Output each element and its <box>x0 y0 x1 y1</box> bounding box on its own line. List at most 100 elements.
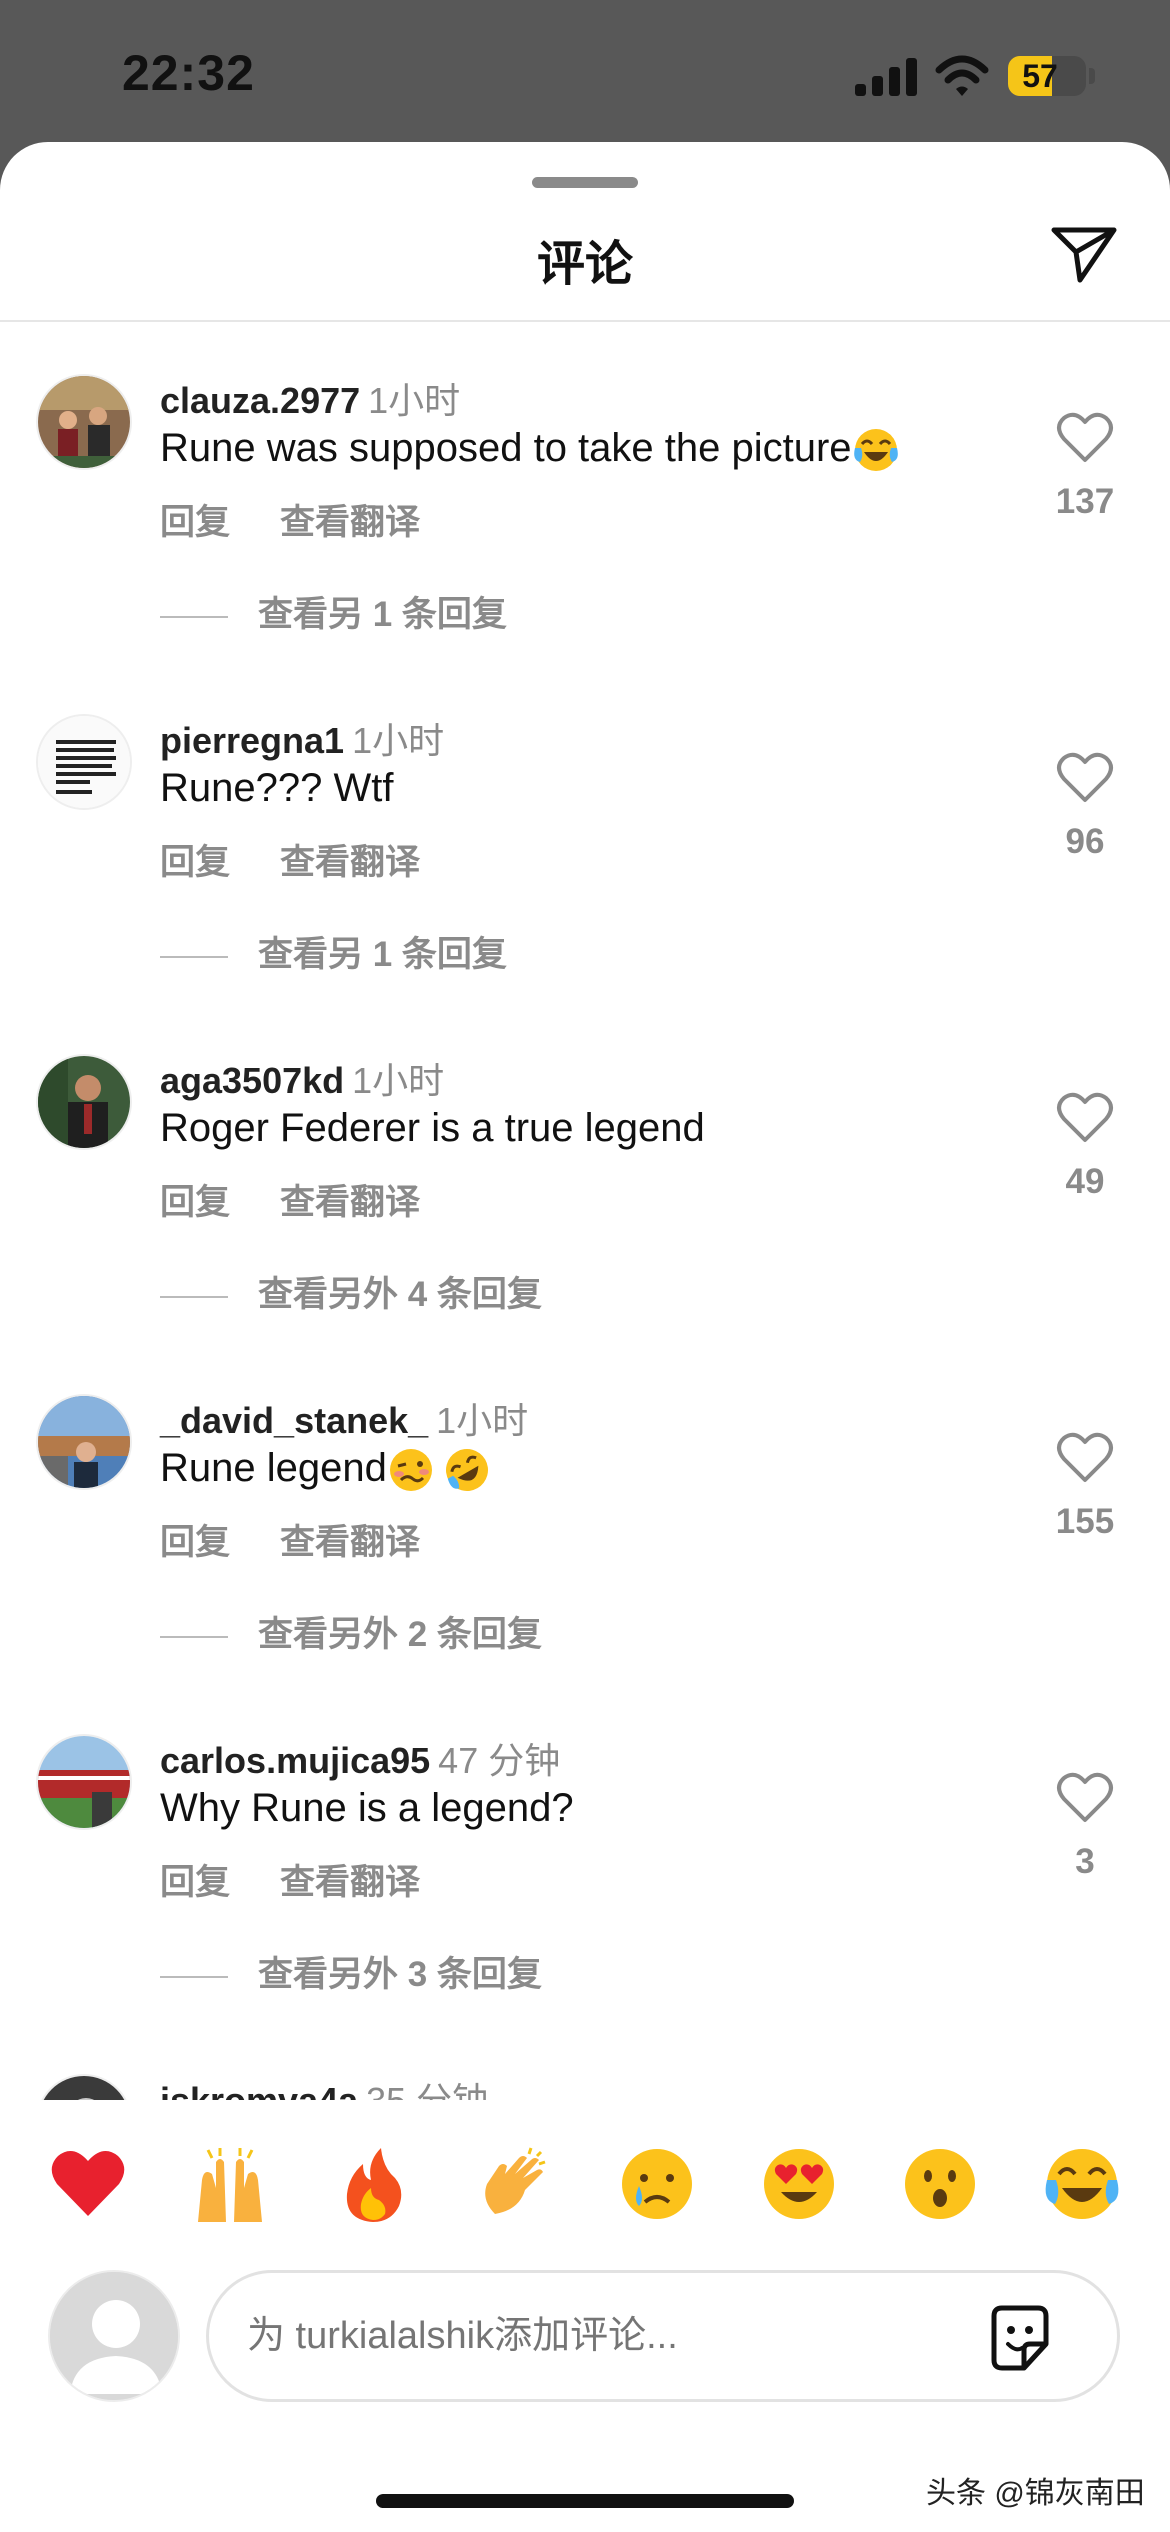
comment-item: aga3507kd 1小时 Roger Federer is a true leg… <box>0 1002 1170 1342</box>
comment-meta: clauza.2977 1小时 <box>160 372 460 424</box>
comment-text: Rune??? Wtf <box>160 766 394 810</box>
heart-icon[interactable] <box>1056 412 1114 464</box>
comment-username[interactable]: aga3507kd <box>160 1060 344 1101</box>
comment-body: Roger Federer is a true legend <box>160 1106 705 1151</box>
view-translation-button[interactable]: 查看翻译 <box>280 843 420 882</box>
user-avatar[interactable] <box>36 1394 132 1490</box>
comment-body: Rune was supposed to take the picture <box>160 426 900 474</box>
clapping-hands-icon[interactable] <box>475 2144 555 2224</box>
view-translation-button[interactable]: 查看翻译 <box>280 1863 420 1902</box>
like-count: 137 <box>1055 482 1115 521</box>
view-more-replies[interactable]: 查看另外 4 条回复 <box>160 1266 542 1317</box>
comment-time: 1小时 <box>352 720 445 761</box>
watermark: 头条 @锦灰南田 <box>926 2477 1145 2510</box>
view-translation-button[interactable]: 查看翻译 <box>280 1523 420 1562</box>
comment-body: Why Rune is a legend? <box>160 1786 574 1831</box>
view-more-replies[interactable]: 查看另外 2 条回复 <box>160 1606 542 1657</box>
comment-composer <box>0 2270 1170 2430</box>
user-avatar[interactable] <box>36 374 132 470</box>
comment-item: pierregna1 1小时 Rune??? Wtf 回复 查看翻译 查看另 1 条… <box>0 662 1170 1002</box>
comment-item: clauza.2977 1小时 Rune was supposed to take… <box>0 322 1170 662</box>
sheet-grabber[interactable] <box>532 177 638 188</box>
replies-line <box>160 955 228 958</box>
reply-button[interactable]: 回复 <box>160 1863 230 1902</box>
battery-percentage: 57 <box>1022 58 1058 94</box>
more-replies-label: 查看另 1 条回复 <box>258 935 507 974</box>
replies-line <box>160 1635 228 1638</box>
raising-hands-icon[interactable] <box>190 2144 270 2224</box>
face-with-tears-of-joy-icon[interactable] <box>1042 2144 1122 2224</box>
like-count: 3 <box>1075 1842 1095 1881</box>
status-bar: 22:32 57 <box>0 0 1170 140</box>
comment-time: 1小时 <box>352 1060 445 1101</box>
reply-button[interactable]: 回复 <box>160 843 230 882</box>
more-replies-label: 查看另 1 条回复 <box>258 595 507 634</box>
woozy-face-icon <box>389 1449 432 1492</box>
replies-line <box>160 1975 228 1978</box>
cellular-signal-icon <box>855 58 917 96</box>
comment-time: 1小时 <box>436 1400 529 1441</box>
face-with-tears-of-joy-icon <box>853 429 898 472</box>
user-avatar[interactable] <box>36 714 132 810</box>
comment-meta: _david_stanek_ 1小时 <box>160 1392 528 1444</box>
more-replies-label: 查看另外 2 条回复 <box>258 1615 542 1654</box>
user-avatar[interactable] <box>36 1054 132 1150</box>
heart-eyes-face-icon[interactable] <box>759 2144 839 2224</box>
rolling-on-floor-laughing-icon <box>445 1449 488 1492</box>
home-indicator[interactable] <box>376 2494 794 2508</box>
comment-username[interactable]: _david_stanek_ <box>160 1400 428 1441</box>
more-replies-label: 查看另外 3 条回复 <box>258 1955 542 1994</box>
comment-username[interactable]: pierregna1 <box>160 720 344 761</box>
like-count: 155 <box>1055 1502 1115 1541</box>
status-time: 22:32 <box>122 45 255 101</box>
heart-icon[interactable] <box>1056 752 1114 804</box>
comment-meta: aga3507kd 1小时 <box>160 1052 444 1104</box>
comment-time: 47 分钟 <box>438 1740 561 1781</box>
user-avatar[interactable] <box>36 1734 132 1830</box>
reply-button[interactable]: 回复 <box>160 503 230 542</box>
comment-text: Rune was supposed to take the picture <box>160 426 852 470</box>
battery-icon: 57 <box>1008 56 1086 96</box>
heart-icon[interactable] <box>1056 1772 1114 1824</box>
view-more-replies[interactable]: 查看另 1 条回复 <box>160 586 507 637</box>
view-more-replies[interactable]: 查看另外 3 条回复 <box>160 1946 542 1997</box>
crying-face-icon[interactable] <box>617 2144 697 2224</box>
replies-line <box>160 1295 228 1298</box>
red-heart-icon[interactable] <box>48 2144 128 2224</box>
comment-item: carlos.mujica95 47 分钟 Why Rune is a legen… <box>0 1682 1170 2022</box>
comment-actions: 回复 查看翻译 <box>160 834 470 885</box>
view-translation-button[interactable]: 查看翻译 <box>280 1183 420 1222</box>
like-count: 96 <box>1065 822 1105 861</box>
comment-text: Roger Federer is a true legend <box>160 1106 705 1150</box>
comment-actions: 回复 查看翻译 <box>160 1854 470 1905</box>
reply-button[interactable]: 回复 <box>160 1183 230 1222</box>
heart-icon[interactable] <box>1056 1432 1114 1484</box>
fire-icon[interactable] <box>333 2144 413 2224</box>
view-translation-button[interactable]: 查看翻译 <box>280 503 420 542</box>
comment-body: Rune legend <box>160 1446 491 1494</box>
replies-line <box>160 615 228 618</box>
share-send-icon[interactable] <box>1050 222 1120 286</box>
comment-meta: pierregna1 1小时 <box>160 712 444 764</box>
comment-actions: 回复 查看翻译 <box>160 1514 470 1565</box>
more-replies-label: 查看另外 4 条回复 <box>258 1275 542 1314</box>
comment-body: Rune??? Wtf <box>160 766 393 811</box>
comment-time: 1小时 <box>368 380 461 421</box>
screen: 22:32 57 评论 clauza.2977 1小时 Rune was sup… <box>0 0 1170 2532</box>
comment-username[interactable]: carlos.mujica95 <box>160 1740 430 1781</box>
comment-text: Rune legend <box>160 1446 387 1490</box>
heart-icon[interactable] <box>1056 1092 1114 1144</box>
my-avatar <box>48 2270 180 2402</box>
sticker-icon[interactable] <box>984 2302 1056 2374</box>
battery-cap <box>1089 68 1095 84</box>
sheet-title: 评论 <box>536 238 633 291</box>
quick-reaction-bar <box>0 2100 1170 2270</box>
view-more-replies[interactable]: 查看另 1 条回复 <box>160 926 507 977</box>
comment-actions: 回复 查看翻译 <box>160 494 470 545</box>
comment-list: clauza.2977 1小时 Rune was supposed to take… <box>0 322 1170 2240</box>
comment-username[interactable]: clauza.2977 <box>160 380 360 421</box>
astonished-face-icon[interactable] <box>900 2144 980 2224</box>
comment-input[interactable] <box>206 2270 1120 2402</box>
reply-button[interactable]: 回复 <box>160 1523 230 1562</box>
comment-actions: 回复 查看翻译 <box>160 1174 470 1225</box>
